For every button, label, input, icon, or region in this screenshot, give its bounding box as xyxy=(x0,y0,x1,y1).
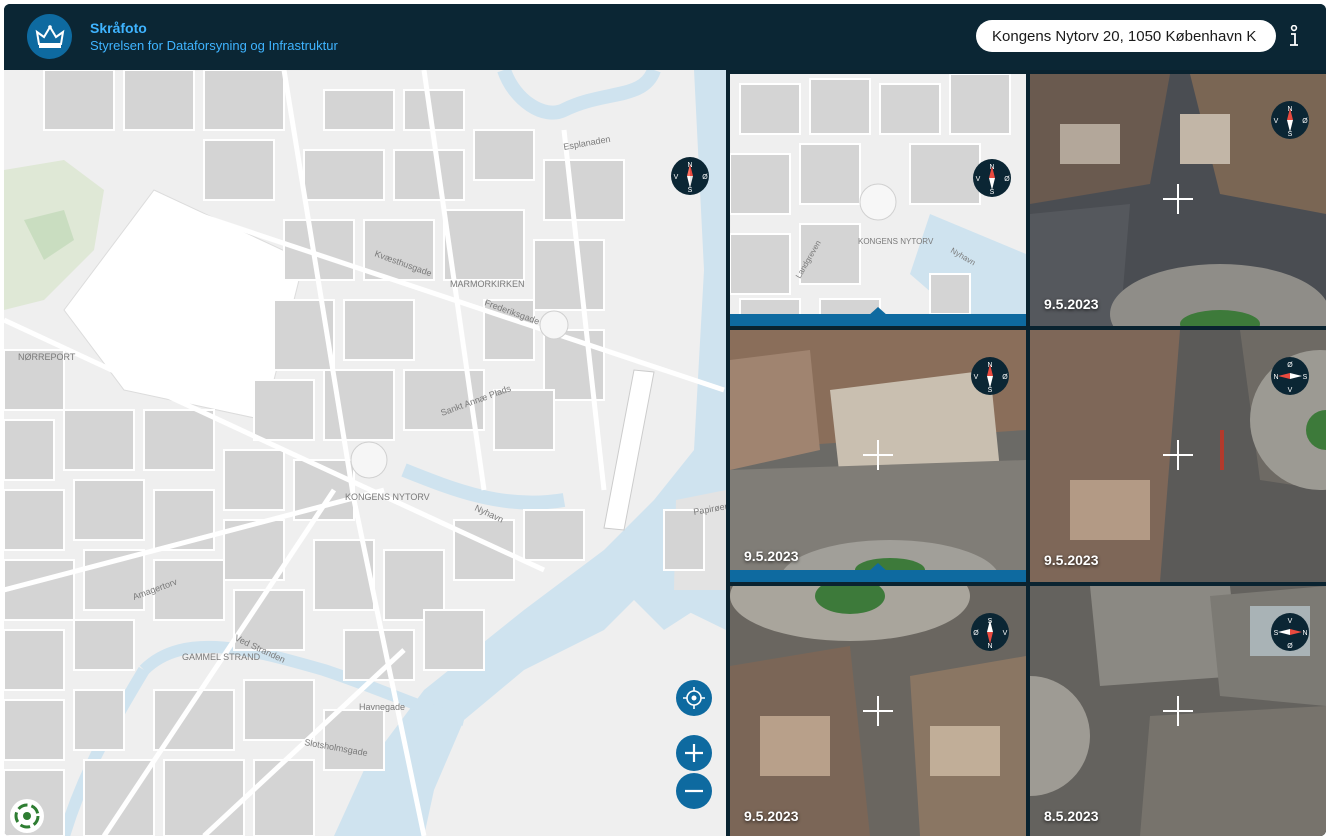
app-subtitle: Styrelsen for Dataforsyning og Infrastru… xyxy=(90,38,338,53)
info-icon[interactable] xyxy=(1285,24,1303,50)
overview-map[interactable]: NØRREPORT MARMORKIRKEN KONGENS NYTORV GA… xyxy=(4,70,726,836)
svg-text:V: V xyxy=(976,176,981,183)
svg-text:S: S xyxy=(990,189,995,196)
active-tile-bar xyxy=(730,570,1026,582)
tile-compass-icon[interactable]: N S V Ø xyxy=(972,158,1012,203)
svg-text:N: N xyxy=(987,643,992,650)
svg-text:V: V xyxy=(1003,630,1008,637)
map-label: KONGENS NYTORV xyxy=(345,492,430,502)
zoom-in-button[interactable] xyxy=(676,735,712,771)
svg-text:S: S xyxy=(988,387,993,394)
plus-icon xyxy=(685,744,703,762)
svg-text:S: S xyxy=(1288,131,1293,138)
svg-text:Ø: Ø xyxy=(1287,643,1293,650)
brand-block: Skråfoto Styrelsen for Dataforsyning og … xyxy=(90,19,338,55)
map-label: MARMORKIRKEN xyxy=(450,279,525,289)
svg-text:V: V xyxy=(674,174,679,181)
svg-text:N: N xyxy=(1273,374,1278,381)
minus-icon xyxy=(685,789,703,793)
crosshair-icon xyxy=(1163,184,1193,214)
svg-text:V: V xyxy=(1288,618,1293,625)
crosshair-icon xyxy=(1163,440,1193,470)
crosshair-icon xyxy=(863,440,893,470)
svg-text:S: S xyxy=(688,187,693,194)
svg-text:N: N xyxy=(687,162,692,169)
viewer-tile-photo[interactable]: V Ø S N 8.5.2023 xyxy=(1030,586,1326,836)
tile-compass-icon[interactable]: Ø V N S xyxy=(1270,356,1310,401)
map-compass-icon[interactable]: N S Ø V xyxy=(670,156,710,201)
locate-button[interactable] xyxy=(676,680,712,716)
tile-compass-icon[interactable]: N S V Ø xyxy=(970,356,1010,401)
address-search-input[interactable] xyxy=(976,20,1276,52)
photo-date: 8.5.2023 xyxy=(1044,808,1099,824)
app-window: Skråfoto Styrelsen for Dataforsyning og … xyxy=(4,4,1326,836)
photo-date: 9.5.2023 xyxy=(744,808,799,824)
svg-text:N: N xyxy=(1287,106,1292,113)
svg-text:N: N xyxy=(989,164,994,171)
viewer-tile-photo[interactable]: S N Ø V 9.5.2023 xyxy=(730,586,1026,836)
app-title: Skråfoto xyxy=(90,20,147,36)
svg-text:S: S xyxy=(1303,374,1308,381)
map-label: GAMMEL STRAND xyxy=(182,652,261,662)
photo-date: 9.5.2023 xyxy=(1044,296,1099,312)
tile-compass-icon[interactable]: V Ø S N xyxy=(1270,612,1310,657)
crosshair-icon xyxy=(1163,696,1193,726)
svg-text:N: N xyxy=(987,362,992,369)
tile-compass-icon[interactable]: N S V Ø xyxy=(1270,100,1310,145)
svg-text:Ø: Ø xyxy=(1002,374,1008,381)
mini-map-label: KONGENS NYTORV xyxy=(858,237,934,246)
crosshair-icon xyxy=(863,696,893,726)
svg-text:N: N xyxy=(1302,630,1307,637)
viewer-tile-photo[interactable]: Ø V N S 9.5.2023 xyxy=(1030,330,1326,582)
svg-text:V: V xyxy=(974,374,979,381)
agency-logo-icon[interactable] xyxy=(10,799,44,833)
map-label: Havnegade xyxy=(359,702,405,712)
zoom-out-button[interactable] xyxy=(676,773,712,809)
map-label: NØRREPORT xyxy=(18,352,76,362)
svg-text:Ø: Ø xyxy=(1302,118,1308,125)
viewer-tile-photo[interactable]: N S V Ø 9.5.2023 xyxy=(730,330,1026,582)
svg-text:Ø: Ø xyxy=(702,174,708,181)
svg-text:Ø: Ø xyxy=(1287,362,1293,369)
svg-text:S: S xyxy=(1274,630,1279,637)
basemap[interactable]: NØRREPORT MARMORKIRKEN KONGENS NYTORV GA… xyxy=(4,70,726,836)
oblique-viewer-grid: KONGENS NYTORV Nyhavn Landgreven N S V Ø xyxy=(726,70,1326,836)
locate-icon xyxy=(683,687,705,709)
tile-compass-icon[interactable]: S N Ø V xyxy=(970,612,1010,657)
app-header: Skråfoto Styrelsen for Dataforsyning og … xyxy=(4,4,1326,70)
photo-date: 9.5.2023 xyxy=(1044,552,1099,568)
svg-text:Ø: Ø xyxy=(973,630,979,637)
photo-date: 9.5.2023 xyxy=(744,548,799,564)
viewer-tile-photo[interactable]: N S V Ø 9.5.2023 xyxy=(1030,74,1326,326)
svg-text:V: V xyxy=(1288,387,1293,394)
crown-logo-icon[interactable] xyxy=(27,14,72,59)
viewer-tile-map[interactable]: KONGENS NYTORV Nyhavn Landgreven N S V Ø xyxy=(730,74,1026,326)
svg-text:S: S xyxy=(988,618,993,625)
active-tile-bar xyxy=(730,314,1026,326)
svg-text:Ø: Ø xyxy=(1004,176,1010,183)
svg-text:V: V xyxy=(1274,118,1279,125)
